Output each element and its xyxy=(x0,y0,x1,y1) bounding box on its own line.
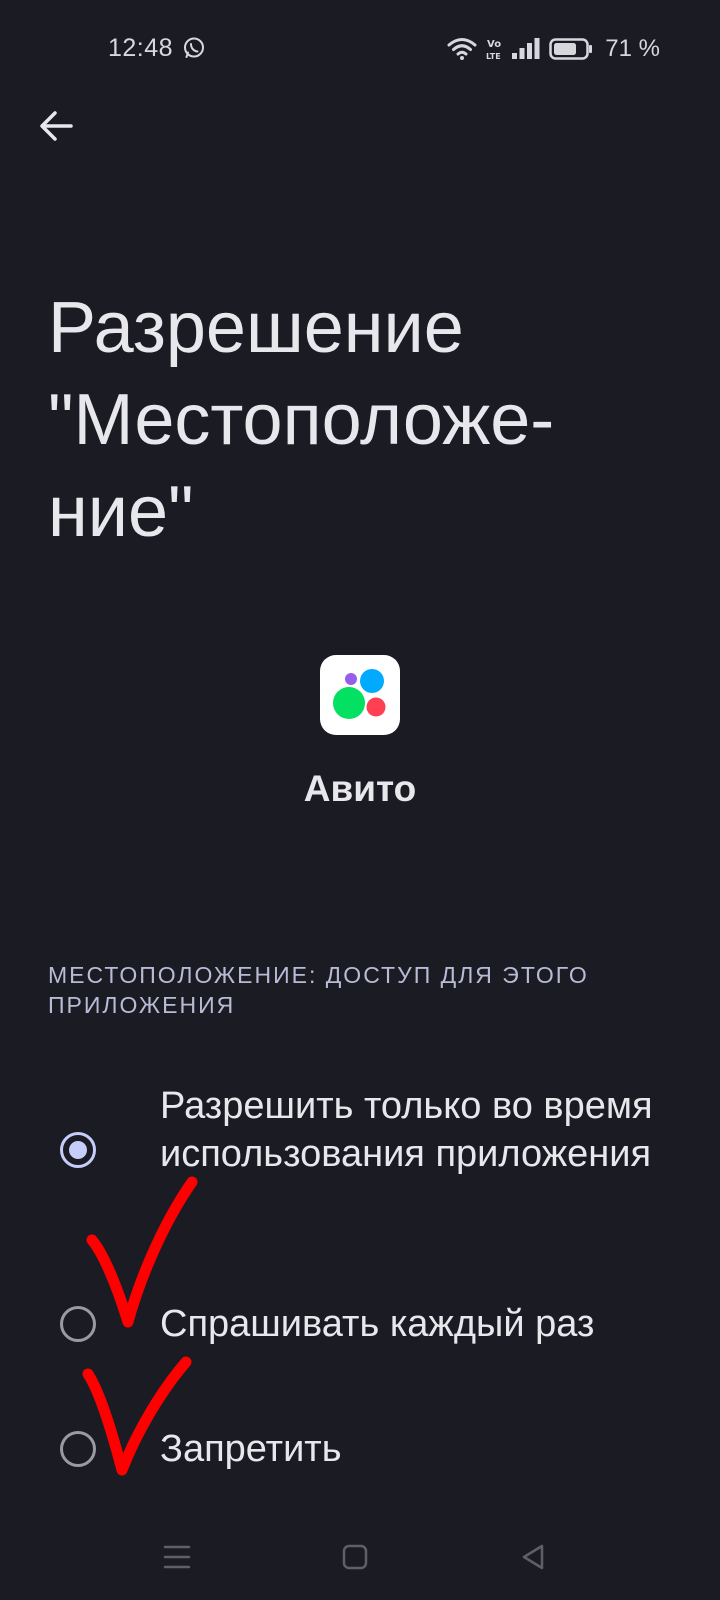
option-allow-while-using[interactable]: Разрешить только во время использования … xyxy=(0,1080,720,1230)
volte-icon: Vo LTE xyxy=(486,39,501,61)
menu-icon xyxy=(163,1545,191,1569)
page-title: Разрешение "Местоположе- ние" xyxy=(48,288,555,552)
arrow-left-icon xyxy=(40,111,73,141)
signal-icon xyxy=(512,38,540,59)
status-icons: Vo LTE 71 % xyxy=(447,34,660,64)
radio-button-selected[interactable] xyxy=(60,1132,96,1168)
home-button[interactable] xyxy=(330,1532,380,1582)
option-deny[interactable]: Запретить xyxy=(0,1415,720,1485)
section-label: Местоположение: доступ для этого приложе… xyxy=(48,962,589,1018)
svg-text:Vo: Vo xyxy=(487,39,501,50)
status-time: 12:48 xyxy=(108,34,174,62)
status-bar: 12:48 Vo LTE 71 % xyxy=(0,0,720,96)
back-nav-button[interactable] xyxy=(508,1532,558,1582)
option-label: Спрашивать каждый раз xyxy=(160,1303,595,1345)
app-name: Авито xyxy=(303,768,417,809)
whatsapp-icon xyxy=(184,37,204,58)
navigation-bar xyxy=(0,1520,720,1600)
battery-icon xyxy=(549,38,593,60)
option-ask-every-time[interactable]: Спрашивать каждый раз xyxy=(0,1290,720,1360)
option-label: Запретить xyxy=(160,1428,342,1470)
svg-text:LTE: LTE xyxy=(486,52,501,61)
permission-screen: 12:48 Vo LTE 71 % Разрешение "Местополож… xyxy=(0,0,720,1600)
radio-button[interactable] xyxy=(60,1431,96,1467)
home-icon xyxy=(342,1544,368,1570)
recents-button[interactable] xyxy=(152,1532,202,1582)
back-button[interactable] xyxy=(34,104,78,148)
back-triangle-icon xyxy=(522,1544,544,1570)
avito-app-icon xyxy=(320,655,400,735)
radio-button[interactable] xyxy=(60,1306,96,1342)
avito-logo-icon xyxy=(333,669,386,719)
wifi-icon xyxy=(447,38,477,60)
option-label: Разрешить только во время использования … xyxy=(160,1085,653,1175)
battery-percent: 71 % xyxy=(605,35,660,62)
